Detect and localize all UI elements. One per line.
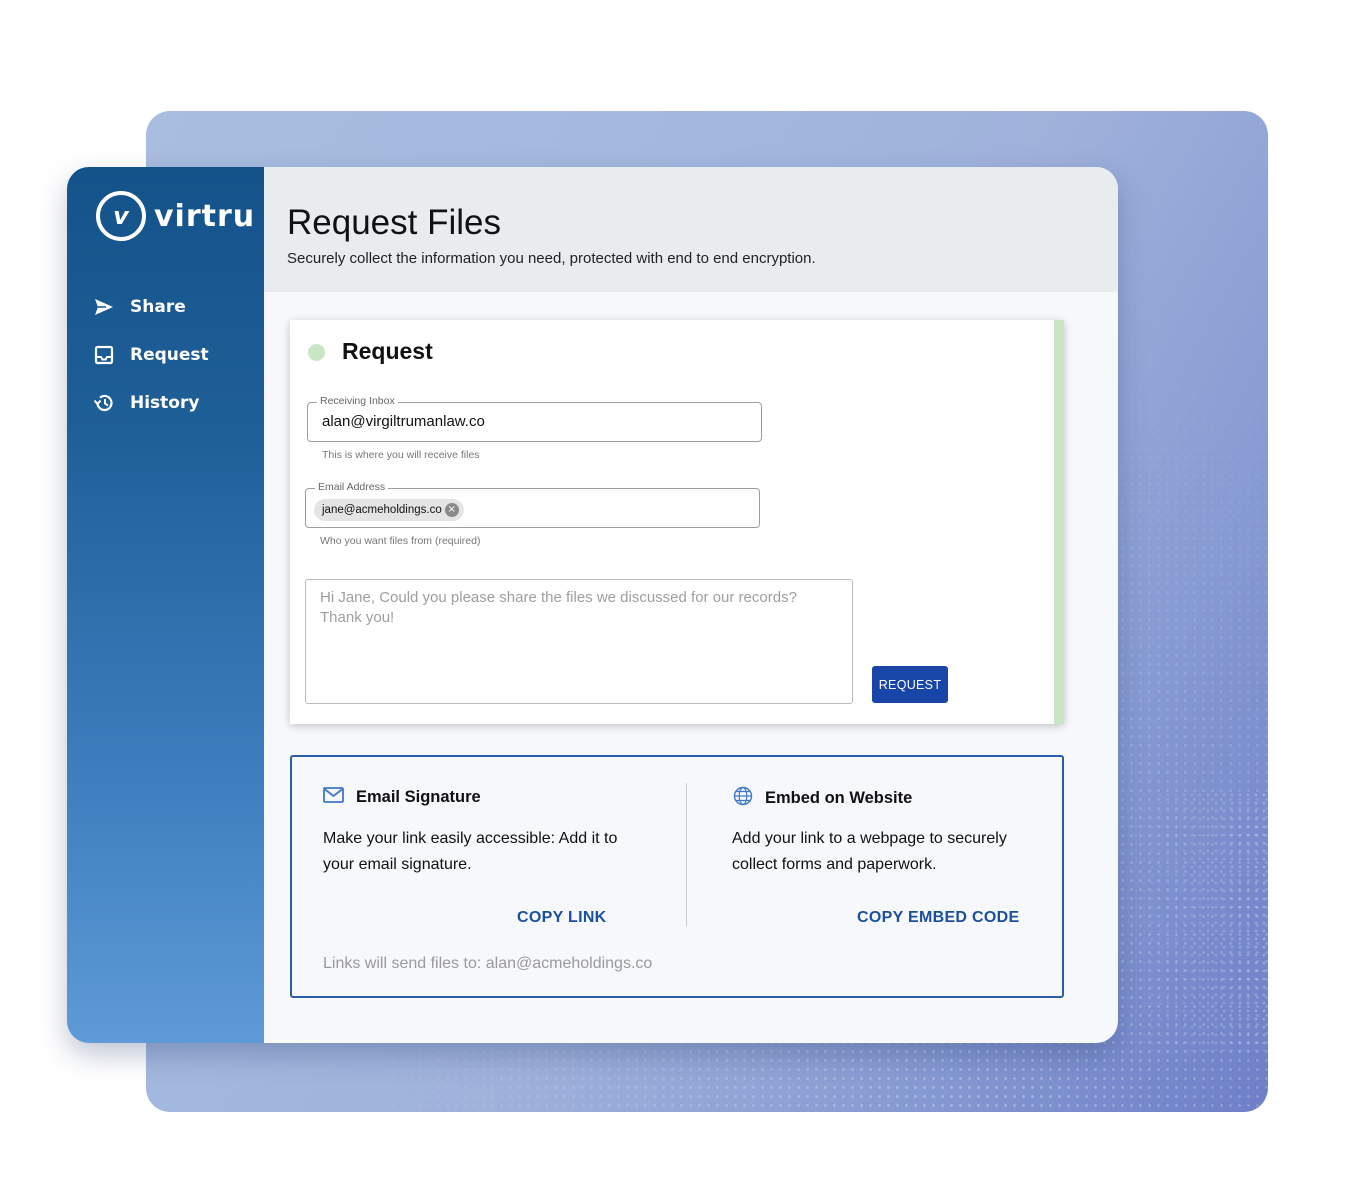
share-link-card: Email Signature Make your link easily ac…	[290, 755, 1064, 998]
request-button[interactable]: REQUEST	[872, 666, 948, 703]
embed-website-description: Add your link to a webpage to securely c…	[732, 830, 1007, 873]
email-chip-text: jane@acmeholdings.co	[322, 504, 442, 516]
sidebar-item-label: History	[130, 393, 200, 413]
sidebar-nav: Share Request History	[93, 283, 209, 427]
sidebar-item-request[interactable]: Request	[93, 331, 209, 379]
virtru-logo[interactable]: v virtru	[96, 191, 255, 241]
page-subtitle: Securely collect the information you nee…	[287, 250, 816, 267]
inbox-icon	[93, 344, 115, 366]
sidebar-item-label: Share	[130, 297, 186, 317]
request-card-title: Request	[342, 338, 433, 364]
page-header: Request Files Securely collect the infor…	[264, 167, 1118, 292]
logo-mark-icon: v	[96, 191, 146, 241]
logo-wordmark: virtru	[154, 198, 256, 234]
message-textarea[interactable]: Hi Jane, Could you please share the file…	[305, 579, 853, 704]
chip-remove-icon[interactable]: ×	[444, 503, 459, 517]
send-icon	[93, 296, 115, 318]
links-destination-note: Links will send files to: alan@acmeholdi…	[323, 955, 653, 972]
copy-embed-code-button[interactable]: COPY EMBED CODE	[857, 909, 1019, 927]
email-address-helper: Who you want files from (required)	[320, 535, 481, 547]
email-signature-description: Make your link easily accessible: Add it…	[323, 830, 618, 873]
mail-icon	[323, 787, 344, 808]
page-title: Request Files	[287, 203, 501, 242]
receiving-inbox-label: Receiving Inbox	[317, 395, 398, 407]
embed-website-header: Embed on Website	[733, 786, 912, 811]
receiving-inbox-field[interactable]: Receiving Inbox alan@virgiltrumanlaw.co	[307, 395, 762, 442]
receiving-inbox-value: alan@virgiltrumanlaw.co	[322, 413, 485, 430]
globe-icon	[733, 786, 753, 811]
sidebar: v virtru Share Request History	[67, 167, 264, 1043]
sidebar-item-label: Request	[130, 345, 209, 365]
email-address-field[interactable]: Email Address jane@acmeholdings.co ×	[305, 481, 760, 528]
copy-link-button[interactable]: COPY LINK	[517, 909, 607, 927]
email-chip: jane@acmeholdings.co ×	[314, 499, 464, 521]
sidebar-item-share[interactable]: Share	[93, 283, 209, 331]
sidebar-item-history[interactable]: History	[93, 379, 209, 427]
app-window: v virtru Share Request History Request F…	[67, 167, 1118, 1043]
email-signature-header: Email Signature	[323, 787, 481, 808]
status-dot	[308, 344, 325, 361]
embed-website-title: Embed on Website	[765, 789, 913, 807]
background-dot-pattern-right	[1108, 791, 1268, 1051]
request-card: Request Receiving Inbox alan@virgiltruma…	[290, 320, 1064, 724]
email-address-label: Email Address	[315, 481, 389, 493]
main-content: Request Files Securely collect the infor…	[264, 167, 1118, 1043]
card-divider	[686, 783, 687, 926]
receiving-inbox-helper: This is where you will receive files	[322, 449, 480, 461]
history-icon	[93, 392, 115, 414]
email-signature-title: Email Signature	[356, 788, 481, 806]
